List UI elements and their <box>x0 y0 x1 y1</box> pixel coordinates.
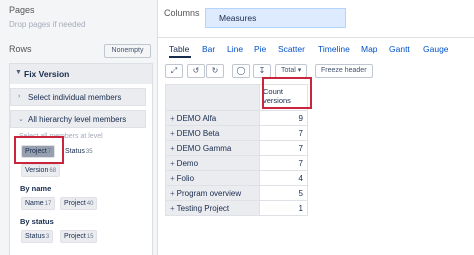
nonempty-button[interactable]: Nonempty <box>104 44 151 58</box>
by-name-title: By name <box>20 184 52 193</box>
row-label: Testing Project <box>176 203 230 213</box>
chip-label: Status <box>65 148 85 155</box>
highlight-box <box>14 136 64 164</box>
by-status-chip-project[interactable]: Project15 <box>60 230 98 243</box>
chip-count: 40 <box>86 201 94 207</box>
row-label: Demo <box>176 158 199 168</box>
cell-value: 1 <box>259 200 308 216</box>
chip-label: Version <box>25 167 49 174</box>
divider <box>158 37 474 38</box>
tab-map[interactable]: Map <box>361 44 378 54</box>
table-row: + Demo 7 <box>165 155 308 171</box>
table-row: + Testing Project 1 <box>165 200 308 216</box>
cell-value: 7 <box>259 155 308 171</box>
by-status-title: By status <box>20 217 54 226</box>
row-header[interactable]: + Program overview <box>165 185 260 201</box>
active-tab-indicator <box>169 56 191 58</box>
measures-chip[interactable]: Measures <box>205 8 346 28</box>
comment-icon[interactable]: ◯ <box>232 64 250 78</box>
tab-timeline[interactable]: Timeline <box>318 44 350 54</box>
chip-count: 17 <box>44 201 52 207</box>
expand-icon[interactable]: ⤢ <box>165 64 183 78</box>
rows-label: Rows <box>9 44 32 54</box>
chip-label: Status <box>25 233 45 240</box>
undo-icon[interactable]: ↺ <box>187 64 205 78</box>
tab-bar[interactable]: Bar <box>202 44 215 54</box>
pages-drop-zone[interactable]: Drop pages if needed <box>9 20 86 29</box>
level-chip-status[interactable]: Status35 <box>61 145 97 158</box>
tab-line[interactable]: Line <box>227 44 243 54</box>
table-row: + DEMO Beta 7 <box>165 125 308 141</box>
pages-label: Pages <box>9 5 35 15</box>
chip-count: 68 <box>49 168 57 174</box>
fix-version-header[interactable]: ▼ Fix Version <box>10 64 152 84</box>
row-label: DEMO Beta <box>176 128 220 138</box>
by-status-chip-status[interactable]: Status3 <box>21 230 54 243</box>
table-corner <box>165 84 260 111</box>
export-icon[interactable]: ↧ <box>253 64 271 78</box>
chip-count: 3 <box>45 234 50 240</box>
cell-value: 7 <box>259 125 308 141</box>
tab-gauge[interactable]: Gauge <box>423 44 449 54</box>
row-label: Folio <box>176 173 195 183</box>
highlight-box <box>262 77 312 109</box>
expand-plus-icon[interactable]: + <box>170 114 175 123</box>
select-individual-members[interactable]: › Select individual members <box>10 88 146 106</box>
row-label: DEMO Alfa <box>176 113 217 123</box>
chip-count: 15 <box>86 234 94 240</box>
freeze-header-button[interactable]: Freeze header <box>315 64 373 78</box>
redo-icon[interactable]: ↻ <box>206 64 224 78</box>
table-row: + Folio 4 <box>165 170 308 186</box>
expand-plus-icon[interactable]: + <box>170 144 175 153</box>
select-individual-label: Select individual members <box>28 93 122 102</box>
cell-value: 5 <box>259 185 308 201</box>
expand-plus-icon[interactable]: + <box>170 159 175 168</box>
row-label: Program overview <box>176 188 242 198</box>
expand-plus-icon[interactable]: + <box>170 174 175 183</box>
expand-plus-icon[interactable]: + <box>170 129 175 138</box>
all-hierarchy-label: All hierarchy level members <box>28 115 127 124</box>
table-row: + DEMO Gamma 7 <box>165 140 308 156</box>
by-name-chip-project[interactable]: Project40 <box>60 197 98 210</box>
chevron-down-icon: ▼ <box>15 69 22 76</box>
table-row: + Program overview 5 <box>165 185 308 201</box>
left-panel: Pages Drop pages if needed Rows Nonempty… <box>0 0 158 255</box>
row-header[interactable]: + Testing Project <box>165 200 260 216</box>
by-name-chip-name[interactable]: Name17 <box>21 197 56 210</box>
cell-value: 7 <box>259 140 308 156</box>
row-header[interactable]: + DEMO Beta <box>165 125 260 141</box>
chip-label: Name <box>25 200 44 207</box>
chip-label: Project <box>64 200 86 207</box>
level-chip-version[interactable]: Version68 <box>21 164 61 177</box>
columns-label: Columns <box>164 8 200 18</box>
tab-pie[interactable]: Pie <box>254 44 266 54</box>
tab-scatter[interactable]: Scatter <box>278 44 305 54</box>
chevron-right-icon: › <box>18 93 21 100</box>
tab-gantt[interactable]: Gantt <box>389 44 410 54</box>
row-header[interactable]: + Demo <box>165 155 260 171</box>
all-hierarchy-level-members[interactable]: ⌄ All hierarchy level members <box>10 110 146 128</box>
chip-count: 35 <box>85 149 93 155</box>
chip-label: Project <box>64 233 86 240</box>
total-dropdown[interactable]: Total ▾ <box>275 64 308 78</box>
expand-plus-icon[interactable]: + <box>170 189 175 198</box>
cell-value: 4 <box>259 170 308 186</box>
expand-plus-icon[interactable]: + <box>170 204 175 213</box>
tab-table[interactable]: Table <box>169 44 189 54</box>
chevron-down-icon: ▾ <box>297 67 302 74</box>
row-header[interactable]: + DEMO Alfa <box>165 110 260 126</box>
fix-version-label: Fix Version <box>24 69 70 79</box>
total-label: Total <box>281 67 296 74</box>
row-label: DEMO Gamma <box>176 143 232 153</box>
chevron-down-icon: ⌄ <box>18 116 24 123</box>
row-header[interactable]: + DEMO Gamma <box>165 140 260 156</box>
table-row: + DEMO Alfa 9 <box>165 110 308 126</box>
row-header[interactable]: + Folio <box>165 170 260 186</box>
cell-value: 9 <box>259 110 308 126</box>
